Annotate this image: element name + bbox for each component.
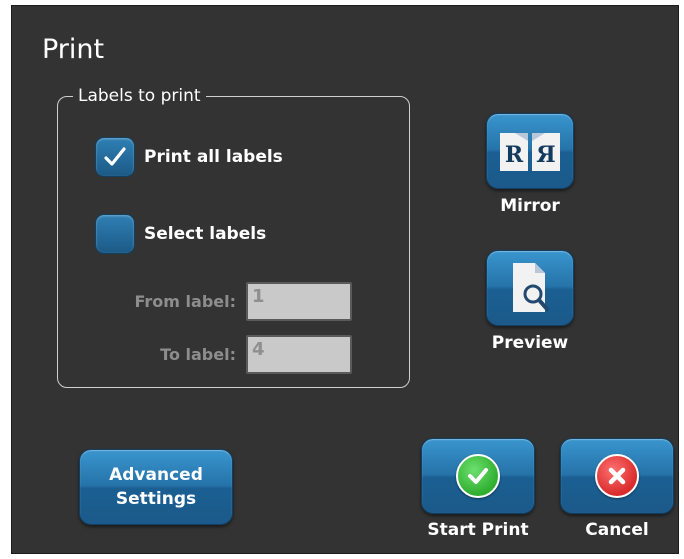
- mirror-glyph-right: Я: [536, 142, 555, 168]
- mirror-button[interactable]: R Я: [486, 113, 574, 189]
- checkmark-icon: [104, 147, 126, 166]
- mirror-caption: Mirror: [500, 196, 560, 216]
- from-label-row: From label: 1: [126, 282, 352, 321]
- print-all-labels-option[interactable]: Print all labels: [95, 137, 283, 177]
- print-all-labels-checkbox[interactable]: [95, 137, 135, 177]
- to-label-row: To label: 4: [126, 335, 352, 374]
- red-x-icon: [595, 454, 639, 498]
- print-all-labels-label: Print all labels: [144, 147, 283, 167]
- start-print-button[interactable]: [421, 438, 535, 514]
- cancel-button[interactable]: [560, 438, 674, 514]
- select-labels-label: Select labels: [144, 224, 267, 244]
- preview-button[interactable]: [486, 250, 574, 326]
- advanced-settings-line1: Advanced: [109, 465, 203, 485]
- start-print-caption: Start Print: [427, 520, 529, 540]
- labels-to-print-legend: Labels to print: [73, 86, 206, 106]
- preview-caption: Preview: [491, 333, 569, 353]
- from-label-input[interactable]: 1: [246, 282, 352, 321]
- dialog-title: Print: [42, 34, 105, 65]
- mirror-glyph-left: R: [505, 142, 524, 168]
- mirror-icon: R Я: [500, 133, 560, 171]
- to-label-input[interactable]: 4: [246, 335, 352, 374]
- advanced-settings-line2: Settings: [115, 489, 197, 509]
- advanced-settings-button[interactable]: Advanced Settings: [79, 449, 233, 525]
- cancel-caption: Cancel: [585, 520, 649, 540]
- select-labels-option[interactable]: Select labels: [95, 214, 266, 254]
- document-preview-icon: [513, 263, 549, 312]
- from-label-caption: From label:: [134, 292, 237, 311]
- to-label-caption: To label:: [160, 345, 236, 364]
- green-check-icon: [456, 454, 500, 498]
- select-labels-checkbox[interactable]: [95, 214, 135, 254]
